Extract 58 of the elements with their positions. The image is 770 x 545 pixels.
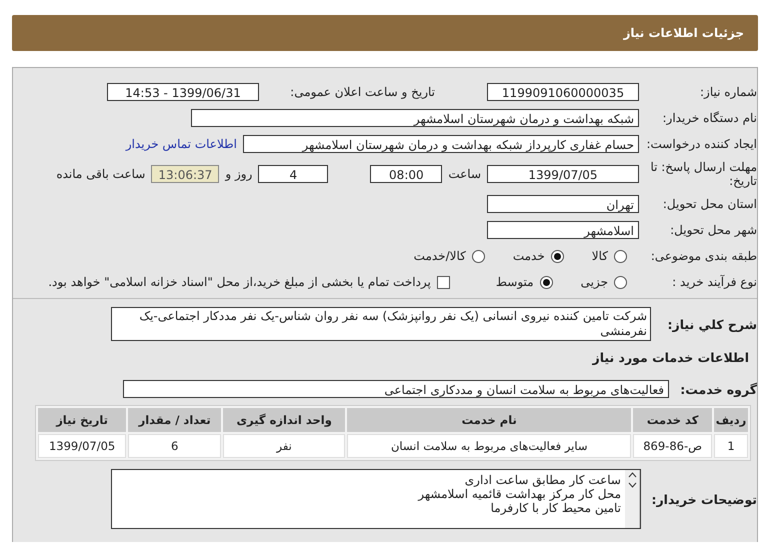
radio-button[interactable]	[540, 276, 553, 288]
text-field[interactable]: 13:06:37	[151, 165, 220, 183]
column-header: تاریخ نیاز	[38, 408, 126, 432]
column-header: واحد اندازه گیری	[223, 408, 346, 432]
text-field[interactable]: 08:00	[370, 165, 442, 183]
field-label: استان محل تحویل:	[662, 197, 757, 211]
field-label: نام دستگاه خریدار:	[662, 111, 757, 125]
scroll-down-icon[interactable]	[628, 482, 636, 488]
column-header: کد خدمت	[633, 408, 712, 432]
radio-button[interactable]	[472, 250, 485, 262]
field-label: ایجاد کننده درخواست:	[645, 137, 757, 151]
description-field[interactable]: شرکت تامین کننده نیروی انسانی (یک نفر روانپزشک) سه نفر روان شناس-یک نفر مددکار اجتماعی-یک نفرمنشی	[111, 307, 651, 341]
field-label: ساعت	[448, 167, 481, 181]
table-cell: نفر	[223, 434, 346, 458]
text-field[interactable]: شبکه بهداشت و درمان شهرستان اسلامشهر	[191, 109, 639, 127]
table-cell: سایر فعالیت‌های مربوط به سلامت انسان	[347, 434, 632, 458]
option-label: کالا/خدمت	[414, 249, 466, 263]
page-title: جزئیات اطلاعات نیاز	[623, 26, 744, 40]
field-label: شرح کلي نياز:	[666, 316, 757, 332]
option-label: خدمت	[512, 249, 545, 263]
radio-button[interactable]	[614, 250, 627, 262]
field-label: توضیحات خریدار:	[650, 492, 757, 506]
scrollbar[interactable]	[625, 470, 640, 528]
option-label: جزیی	[580, 275, 608, 289]
text-field[interactable]: 1199091060000035	[487, 83, 639, 101]
section-heading: اطلاعات خدمات مورد نیاز	[592, 350, 750, 364]
field-label: تاریخ و ساعت اعلان عمومی:	[289, 85, 435, 99]
field-label: گروه خدمت:	[679, 382, 757, 396]
text-field[interactable]: 1399/06/31 - 14:53	[107, 83, 259, 101]
field-label: روز و	[225, 167, 252, 181]
column-header: تعداد / مقدار	[128, 408, 222, 432]
radio-button[interactable]	[550, 250, 564, 262]
text-field[interactable]: 1399/07/05	[487, 165, 639, 183]
field-label: ساعت باقی مانده	[56, 167, 146, 181]
field-label: نوع فرآیند خرید :	[671, 275, 757, 289]
checkbox-label: پرداخت تمام یا بخشی از مبلغ خرید،از محل "اسناد خزانه اسلامی" خواهد بود.	[48, 275, 431, 289]
table-cell: 1	[714, 434, 748, 458]
field-label: طبقه بندی موضوعی:	[650, 249, 757, 263]
text-field[interactable]: 4	[258, 165, 328, 183]
contact-link[interactable]: اطلاعات تماس خریدار	[126, 137, 237, 151]
scroll-up-icon[interactable]	[628, 472, 636, 478]
text-field[interactable]: فعالیت‌های مربوط به سلامت انسان و مددکاری اجتماعی	[123, 380, 669, 398]
notes-field[interactable]: ساعت کار مطابق ساعت اداری محل کار مرکز بهداشت قائمیه اسلامشهر تامین محیط کار با کارفرما	[111, 469, 641, 529]
table-cell: 6	[128, 434, 222, 458]
table-cell: ص-86-869	[633, 434, 712, 458]
text-field[interactable]: حسام غفاری کارپرداز شبکه بهداشت و درمان شهرستان اسلامشهر	[243, 135, 639, 153]
text-field[interactable]: اسلامشهر	[487, 221, 639, 239]
radio-button[interactable]	[614, 276, 627, 288]
option-label: متوسط	[496, 275, 534, 289]
option-label: کالا	[592, 249, 608, 263]
field-label: شماره نیاز:	[699, 85, 757, 99]
text-field[interactable]: تهران	[487, 195, 639, 213]
column-header: ردیف	[714, 408, 748, 432]
field-label: شهر محل تحویل:	[669, 223, 757, 237]
column-header: نام خدمت	[347, 408, 632, 432]
field-label: مهلت ارسال پاسخ: تا تاریخ:	[649, 160, 757, 188]
table-cell: 1399/07/05	[38, 434, 126, 458]
checkbox[interactable]	[436, 276, 450, 288]
